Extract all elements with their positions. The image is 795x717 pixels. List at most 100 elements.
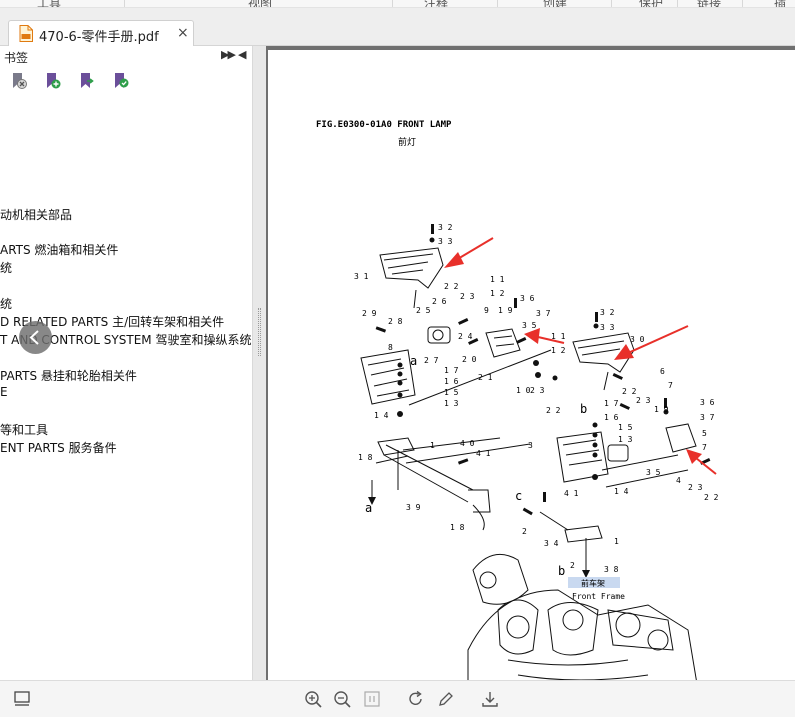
part-number: 4 1 (476, 449, 491, 458)
part-number: 2 5 (416, 306, 431, 315)
part-number: 8 (388, 343, 393, 352)
bookmark-panel: 书签 ▶▶ ◀ 动机相关部品 ARTS 燃油箱和相关件 统 统 D RELATE… (0, 46, 253, 680)
bookmark-item[interactable]: ENT PARTS 服务备件 (0, 439, 117, 456)
part-number: 1 0 (516, 386, 531, 395)
part-number: 1 3 (618, 435, 633, 444)
ribbon-tab-view[interactable]: 视图 (248, 0, 272, 7)
part-number: 6 (660, 367, 665, 376)
part-number: 7 (668, 381, 673, 390)
part-number: 4 1 (564, 489, 579, 498)
part-number: 1 9 (654, 405, 669, 414)
bookmark-item[interactable]: ARTS 燃油箱和相关件 (0, 241, 118, 258)
part-number: 3 7 (536, 309, 551, 318)
part-number: 1 9 (498, 306, 513, 315)
panel-splitter[interactable] (253, 46, 266, 680)
ribbon-divider (742, 0, 743, 7)
part-number: 1 4 (374, 411, 389, 420)
part-number: 2 9 (362, 309, 377, 318)
part-number: 1 5 (618, 423, 633, 432)
part-number: 3 3 (438, 237, 453, 246)
bottom-toolbar (0, 680, 795, 717)
connector-letter: b (558, 564, 565, 578)
ribbon-divider (611, 0, 612, 7)
part-number: 3 8 (604, 565, 619, 574)
part-number: 2 7 (424, 356, 439, 365)
ribbon-tab-annotate[interactable]: 注释 (424, 0, 448, 7)
part-number: 3 5 (522, 321, 537, 330)
part-number: 2 3 (636, 396, 651, 405)
figure-subtitle: 前灯 (398, 136, 416, 148)
part-number: 2 2 (444, 282, 459, 291)
ribbon-divider (124, 0, 125, 7)
collapse-panel-icon[interactable]: ◀ (238, 48, 246, 61)
part-number: 1 4 (614, 487, 629, 496)
pdf-file-icon (19, 25, 33, 42)
part-number: 5 (702, 429, 707, 438)
ribbon-tab-insert[interactable]: 插入 (774, 0, 795, 7)
front-frame-label-en: Front Frame (572, 592, 625, 601)
page-thumbnail-icon[interactable] (12, 689, 32, 709)
bookmark-item[interactable]: 统 (0, 295, 12, 312)
bookmark-item[interactable]: PARTS 悬挂和轮胎相关件 (0, 367, 137, 384)
ribbon-strip: 工具 视图 注释 创建 保护 链接 插入 (0, 0, 795, 8)
ribbon-tab-create[interactable]: 创建 (543, 0, 567, 7)
annotate-pen-icon[interactable] (436, 689, 456, 709)
zoom-out-icon[interactable] (332, 689, 352, 709)
connector-letter: b (580, 402, 587, 416)
part-number: 2 2 (546, 406, 561, 415)
rotate-icon[interactable] (406, 689, 426, 709)
part-number: 3 4 (544, 539, 559, 548)
part-number: 9 (484, 306, 489, 315)
ribbon-divider (497, 0, 498, 7)
part-number: 1 8 (358, 453, 373, 462)
zoom-in-icon[interactable] (303, 689, 323, 709)
part-number: 1 2 (490, 289, 505, 298)
actual-size-icon[interactable] (362, 689, 382, 709)
download-icon[interactable] (480, 689, 500, 709)
bookmark-item[interactable]: 统 (0, 259, 12, 276)
bookmark-item[interactable]: 等和工具 (0, 421, 48, 438)
part-number: 3 (528, 441, 533, 450)
bookmark-item[interactable]: E (0, 385, 8, 399)
part-number: 2 4 (458, 332, 473, 341)
ribbon-tab-protect[interactable]: 保护 (639, 0, 663, 7)
delete-bookmark-icon[interactable] (10, 72, 28, 90)
part-number: 1 (430, 441, 435, 450)
part-number: 1 1 (490, 275, 505, 284)
document-tab-title: 470-6-零件手册.pdf (39, 30, 159, 45)
part-number: 2 2 (704, 493, 719, 502)
ribbon-tab-tools[interactable]: 工具 (37, 0, 61, 7)
part-number: 1 6 (604, 413, 619, 422)
close-tab-icon[interactable]: × (177, 25, 189, 41)
bookmark-item[interactable]: 动机相关部品 (0, 206, 72, 223)
ribbon-divider (677, 0, 678, 7)
part-number: 1 6 (444, 377, 459, 386)
part-number: 1 3 (444, 399, 459, 408)
bookmark-panel-title: 书签 (4, 51, 29, 65)
part-number: 2 2 (622, 387, 637, 396)
splitter-grip[interactable] (258, 308, 261, 356)
document-view[interactable]: FIG.E0300-01A0 FRONT LAMP 前灯 前车架 Front F… (266, 46, 795, 680)
page-back-button[interactable] (19, 321, 52, 354)
part-number: 3 2 (438, 223, 453, 232)
bookmark-properties-icon[interactable] (112, 72, 130, 90)
part-number: 1 1 (551, 332, 566, 341)
document-tab-bar: 470-6-零件手册.pdf × (0, 8, 795, 47)
part-number: 1 5 (444, 388, 459, 397)
chevron-left-icon (29, 330, 39, 345)
connector-letter: a (410, 354, 417, 368)
part-number: 1 2 (551, 346, 566, 355)
expand-panel-icon[interactable]: ▶▶ (221, 48, 236, 61)
part-number: 2 3 (530, 386, 545, 395)
document-tab[interactable]: 470-6-零件手册.pdf × (8, 20, 194, 47)
ribbon-tab-link[interactable]: 链接 (697, 0, 721, 7)
part-number: 2 0 (462, 355, 477, 364)
bookmark-goto-icon[interactable] (78, 72, 96, 90)
part-number: 3 5 (646, 468, 661, 477)
connector-letter: a (365, 501, 372, 515)
add-bookmark-icon[interactable] (44, 72, 62, 90)
figure-title: FIG.E0300-01A0 FRONT LAMP (316, 120, 452, 130)
part-number: 3 3 (600, 323, 615, 332)
part-number: 3 7 (700, 413, 715, 422)
part-number: 2 (570, 561, 575, 570)
